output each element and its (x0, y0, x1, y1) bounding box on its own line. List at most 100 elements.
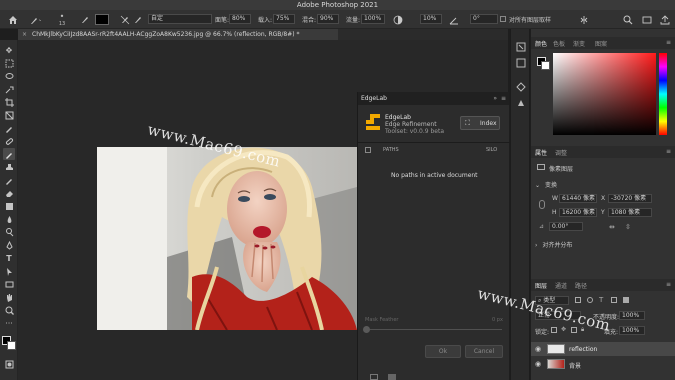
layer-row-background[interactable]: ◉ 背景 (531, 357, 675, 371)
lasso-tool-icon[interactable] (3, 70, 15, 82)
history-brush-tool-icon[interactable] (3, 174, 15, 186)
zoom-tool-icon[interactable] (3, 304, 15, 316)
pressure-icon[interactable] (132, 14, 143, 25)
lock-artboard-icon[interactable] (571, 327, 577, 333)
pen-tool-icon[interactable] (3, 239, 15, 251)
edgelab-footer-icon-2[interactable] (388, 374, 396, 380)
tab-layers[interactable]: 图层 (535, 281, 547, 290)
mode-select[interactable]: 自定 (148, 14, 212, 24)
share-icon[interactable] (659, 14, 670, 25)
filter-smart-icon[interactable] (623, 297, 629, 303)
filter-type-icon[interactable]: T (599, 296, 603, 304)
paths-select-all-checkbox[interactable] (365, 147, 371, 153)
symmetry-icon[interactable] (578, 14, 589, 25)
sample-all-checkbox[interactable] (500, 16, 506, 22)
brush-tool-icon[interactable] (3, 148, 15, 160)
tab-gradients[interactable]: 渐变 (573, 39, 585, 48)
cancel-button[interactable]: Cancel (465, 345, 503, 358)
panel-bg-swatch[interactable] (541, 61, 550, 70)
flow-field[interactable]: 75% (273, 14, 295, 24)
hand-tool-icon[interactable] (3, 291, 15, 303)
visibility-eye-icon[interactable]: ◉ (535, 360, 541, 368)
properties-panel-menu-icon[interactable]: ≡ (666, 148, 671, 155)
edgelab-footer-icon[interactable] (370, 374, 378, 380)
quick-mask-icon[interactable] (3, 358, 15, 370)
document-image[interactable] (97, 147, 357, 330)
background-color-swatch[interactable] (7, 341, 16, 350)
lock-pixels-icon[interactable] (551, 327, 557, 333)
path-selection-tool-icon[interactable] (3, 265, 15, 277)
brush-angle-icon[interactable] (119, 14, 130, 25)
brush-tool-preset-icon[interactable] (28, 14, 44, 25)
eraser-tool-icon[interactable] (3, 187, 15, 199)
flip-vertical-icon[interactable]: ⇳ (625, 223, 631, 231)
y-field[interactable]: 1080 像素 (608, 208, 652, 217)
collapse-panel-icon[interactable]: » (493, 92, 497, 105)
healing-brush-tool-icon[interactable] (3, 135, 15, 147)
move-tool-icon[interactable]: ✥ (3, 44, 15, 56)
brush-settings-icon[interactable] (79, 14, 90, 25)
dodge-tool-icon[interactable] (3, 226, 15, 238)
layer-opacity-field[interactable]: 100% (619, 311, 645, 320)
width-field[interactable]: 61440 像素 (559, 194, 597, 203)
crop-tool-icon[interactable] (3, 96, 15, 108)
amount-field[interactable]: 100% (361, 14, 385, 24)
rectangle-tool-icon[interactable] (3, 278, 15, 290)
libraries-panel-icon[interactable] (515, 57, 527, 69)
filter-shape-icon[interactable] (611, 297, 617, 303)
more-tools-icon[interactable]: ··· (3, 317, 15, 329)
layers-panel-menu-icon[interactable]: ≡ (666, 281, 671, 288)
workspace-icon[interactable] (641, 14, 652, 25)
blur-tool-icon[interactable] (3, 213, 15, 225)
search-icon[interactable] (622, 14, 633, 25)
adjustments-panel-icon[interactable] (515, 97, 527, 109)
index-button[interactable]: ⛶ Index (460, 116, 500, 130)
smoothing-field[interactable]: 10% (420, 14, 442, 24)
clone-stamp-tool-icon[interactable] (3, 161, 15, 173)
type-tool-icon[interactable]: T (3, 252, 15, 264)
ok-button[interactable]: Ok (425, 345, 461, 358)
blend-field[interactable]: 90% (317, 14, 339, 24)
airbrush-icon[interactable] (392, 14, 403, 25)
tab-channels[interactable]: 通道 (555, 281, 567, 290)
history-panel-icon[interactable] (515, 41, 527, 53)
gradient-tool-icon[interactable] (3, 200, 15, 212)
flip-horizontal-icon[interactable]: ⇹ (609, 223, 615, 231)
tab-adjustments[interactable]: 调整 (555, 148, 567, 157)
opacity-field[interactable]: 80% (229, 14, 251, 24)
home-icon[interactable] (7, 14, 18, 25)
tab-properties[interactable]: 属性 (535, 148, 547, 157)
panel-menu-icon[interactable]: ≡ (501, 92, 506, 105)
angle-icon[interactable] (448, 14, 459, 25)
frame-tool-icon[interactable] (3, 109, 15, 121)
document-close-icon[interactable]: × (22, 29, 27, 40)
visibility-eye-icon[interactable]: ◉ (535, 345, 541, 353)
link-icon[interactable] (539, 200, 545, 209)
fill-field[interactable]: 100% (619, 326, 645, 335)
tab-color[interactable]: 颜色 (535, 39, 547, 48)
tab-patterns[interactable]: 图案 (595, 39, 607, 48)
angle-field-properties[interactable]: 0.00° (549, 222, 583, 231)
align-section-toggle[interactable]: › 对齐并分布 (535, 240, 572, 249)
artboard-tool-icon[interactable] (3, 57, 15, 69)
eyedropper-tool-icon[interactable] (3, 122, 15, 134)
mask-feather-slider[interactable] (363, 326, 502, 333)
filter-pixel-icon[interactable] (575, 297, 581, 303)
brush-panel-icon[interactable] (515, 81, 527, 93)
height-field[interactable]: 16200 像素 (559, 208, 597, 217)
tab-swatches[interactable]: 色板 (553, 39, 565, 48)
layer-row-reflection[interactable]: ◉ reflection (531, 342, 675, 356)
mask-feather-slider-thumb[interactable] (363, 326, 370, 333)
color-picker-field[interactable] (553, 53, 656, 135)
lock-position-icon[interactable]: ✥ (561, 326, 566, 333)
brush-size-icon[interactable]: • 13 (56, 12, 68, 27)
hue-slider[interactable] (659, 53, 667, 135)
filter-adjustment-icon[interactable] (587, 297, 593, 303)
color-panel-menu-icon[interactable]: ≡ (666, 39, 671, 46)
transform-section-toggle[interactable]: ⌄ 变换 (535, 180, 557, 189)
color-swatch[interactable] (95, 14, 109, 25)
angle-field[interactable]: 0° (470, 14, 498, 24)
x-field[interactable]: -30720 像素 (608, 194, 652, 203)
tab-paths[interactable]: 路径 (575, 281, 587, 290)
quick-selection-tool-icon[interactable] (3, 83, 15, 95)
